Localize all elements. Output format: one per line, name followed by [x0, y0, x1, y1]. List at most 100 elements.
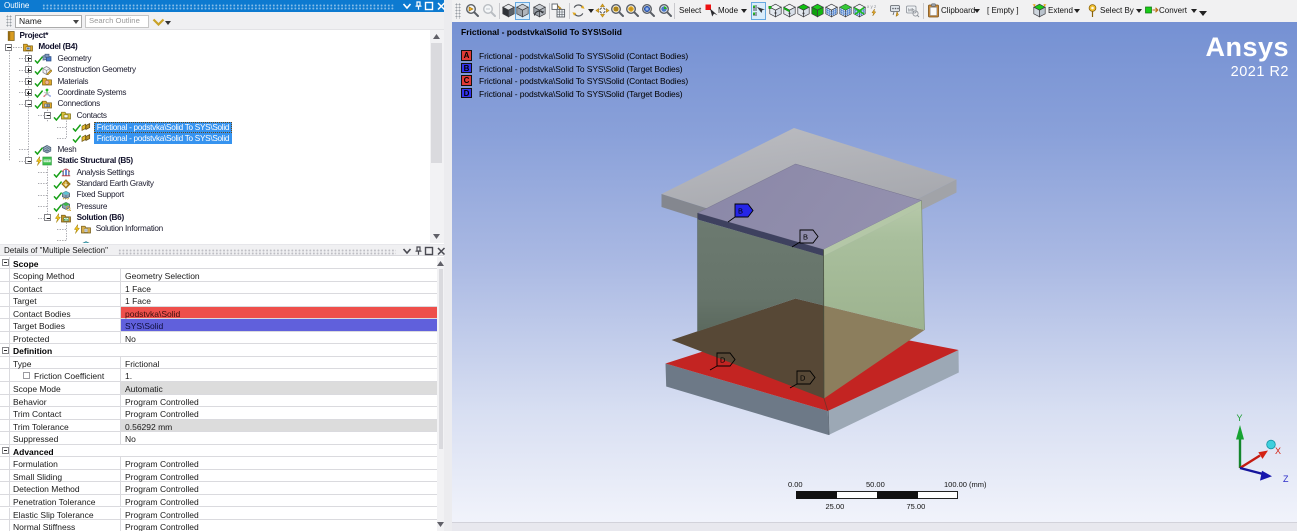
details-value[interactable]: Automatic [120, 382, 437, 394]
zoom-minus-icon[interactable] [610, 3, 625, 18]
details-value[interactable]: Program Controlled [120, 482, 437, 494]
triad-x-axis[interactable]: X [1240, 446, 1281, 468]
scroll-thumb[interactable] [439, 269, 443, 449]
details-value[interactable]: No [120, 432, 437, 444]
details-value[interactable]: Program Controlled [120, 495, 437, 507]
3d-viewport[interactable]: B B D D Frictional - podstvka\Solid To S… [452, 22, 1297, 522]
pan-cross-icon[interactable] [595, 3, 610, 18]
section-collapse-box[interactable] [2, 259, 9, 266]
details-value[interactable]: No [120, 332, 437, 344]
pin-note-icon[interactable] [889, 3, 904, 18]
details-value[interactable]: podstvka\Solid [120, 307, 437, 319]
details-value[interactable]: Geometry Selection [120, 269, 437, 281]
tree-item-pressure[interactable]: Pressure [0, 201, 429, 212]
details-value[interactable]: Program Controlled [120, 457, 437, 469]
cube-swirl-icon[interactable] [532, 3, 547, 18]
outline-scrollbar[interactable] [430, 30, 444, 243]
tree-item-frictional-podstvka-solid-to-sys-solid[interactable]: Frictional - podstvka\Solid To SYS\Solid [0, 132, 429, 143]
clipboard-empty-status[interactable]: [ Empty ] [987, 0, 1019, 22]
details-value[interactable]: Program Controlled [120, 520, 437, 531]
tree-item-project[interactable]: Project* [0, 30, 429, 41]
details-value[interactable]: Program Controlled [120, 407, 437, 419]
scroll-down-icon[interactable] [430, 231, 444, 242]
orientation-triad[interactable]: Y X Z [1190, 412, 1297, 497]
clipboard-dropdown[interactable]: Clipboard [941, 0, 975, 22]
details-value[interactable]: Frictional [120, 357, 437, 369]
details-value[interactable]: 1. [120, 369, 437, 381]
tree-item-coordinate-systems[interactable]: Coordinate Systems [0, 87, 429, 98]
tree-expand-minus[interactable] [5, 44, 12, 51]
scroll-up-icon[interactable] [437, 258, 444, 269]
triad-y-axis[interactable]: Y [1236, 413, 1244, 468]
scroll-down-icon[interactable] [437, 519, 444, 530]
sel-grid2-icon[interactable] [838, 3, 853, 18]
select-mode-icon[interactable] [751, 3, 766, 18]
cube-gray-icon[interactable] [515, 3, 530, 18]
tree-item[interactable] [0, 235, 429, 243]
chevron-down-icon[interactable] [741, 9, 747, 13]
tree-item-materials[interactable]: Materials [0, 76, 429, 87]
chevron-down-icon[interactable] [402, 246, 412, 256]
tree-item-construction-geometry[interactable]: Construction Geometry [0, 64, 429, 75]
sel-grid3-icon[interactable] [852, 3, 867, 18]
tree-item-frictional-podstvka-solid-to-sys-solid[interactable]: Frictional - podstvka\Solid To SYS\Solid [0, 121, 429, 132]
toolbar-grip[interactable] [455, 3, 461, 19]
details-value[interactable]: 1 Face [120, 294, 437, 306]
cube-dark-icon[interactable] [501, 3, 516, 18]
maximize-icon[interactable] [424, 246, 434, 256]
tree-item-contacts[interactable]: Contacts [0, 110, 429, 121]
close-icon[interactable] [436, 246, 446, 256]
chevron-down-icon[interactable] [1074, 9, 1080, 13]
outline-filter-dropdown[interactable]: Name [15, 15, 82, 28]
zoom-green-icon[interactable] [658, 3, 673, 18]
expand-collapse-chevron-icon[interactable] [152, 18, 165, 26]
details-section-advanced[interactable]: Advanced [0, 445, 437, 458]
section-collapse-box[interactable] [2, 447, 9, 454]
extend-dropdown[interactable]: Extend [1048, 0, 1073, 22]
tree-item-solution-information[interactable]: Solution Information [0, 223, 429, 234]
triad-z-axis[interactable]: Z [1240, 468, 1289, 484]
details-value[interactable]: Program Controlled [120, 470, 437, 482]
select-by-dropdown[interactable]: Select By [1100, 0, 1134, 22]
tree-item-solution-b6[interactable]: Solution (B6) [0, 212, 429, 223]
section-collapse-box[interactable] [2, 347, 9, 354]
mb-note-icon[interactable]: Mb [905, 3, 920, 18]
zoom-fit-blue-icon[interactable] [641, 3, 656, 18]
tree-item-connections[interactable]: Connections [0, 98, 429, 109]
xyz-spark-icon[interactable]: x y z [866, 3, 881, 18]
details-value[interactable]: Program Controlled [120, 395, 437, 407]
convert-icon[interactable] [1144, 3, 1159, 18]
details-value[interactable]: 1 Face [120, 282, 437, 294]
convert-dropdown[interactable]: Convert [1159, 0, 1187, 22]
zoom-plus-icon[interactable] [625, 3, 640, 18]
pin-icon[interactable] [413, 1, 423, 11]
close-icon[interactable] [436, 1, 446, 11]
rotate-ring-icon[interactable] [571, 3, 586, 18]
toolbar-overflow-chevron-icon[interactable] [1199, 11, 1207, 16]
pin-icon[interactable] [413, 246, 423, 256]
tree-item-mesh[interactable]: Mesh [0, 144, 429, 155]
extend-icon[interactable] [1032, 3, 1047, 18]
clipboard-icon[interactable] [926, 3, 941, 18]
details-scrollbar[interactable] [437, 257, 444, 531]
details-value[interactable]: 0.56292 mm [120, 420, 437, 432]
details-section-definition[interactable]: Definition [0, 344, 437, 357]
sel-edge-icon[interactable] [782, 3, 797, 18]
toolbar-grip[interactable] [6, 15, 12, 27]
scroll-thumb[interactable] [431, 43, 442, 163]
paste-grid-icon[interactable] [551, 3, 566, 18]
tree-item-geometry[interactable]: Geometry [0, 53, 429, 64]
checkbox[interactable] [23, 372, 30, 379]
zoom-box-gold-icon[interactable] [465, 3, 480, 18]
tree-item-standard-earth-gravity[interactable]: Standard Earth Gravity [0, 178, 429, 189]
details-value[interactable]: SYS\Solid [120, 319, 437, 331]
chevron-down-icon[interactable] [165, 21, 171, 25]
outline-search-input[interactable]: Search Outline [85, 15, 149, 28]
select-label[interactable]: Select [679, 0, 701, 22]
tree-item-model-b4[interactable]: Model (B4) [0, 41, 429, 52]
chevron-down-icon[interactable] [974, 9, 980, 13]
chevron-down-icon[interactable] [1191, 9, 1197, 13]
chevron-down-icon[interactable] [588, 9, 594, 13]
sel-body-icon[interactable] [810, 3, 825, 18]
select-by-icon[interactable] [1085, 3, 1100, 18]
